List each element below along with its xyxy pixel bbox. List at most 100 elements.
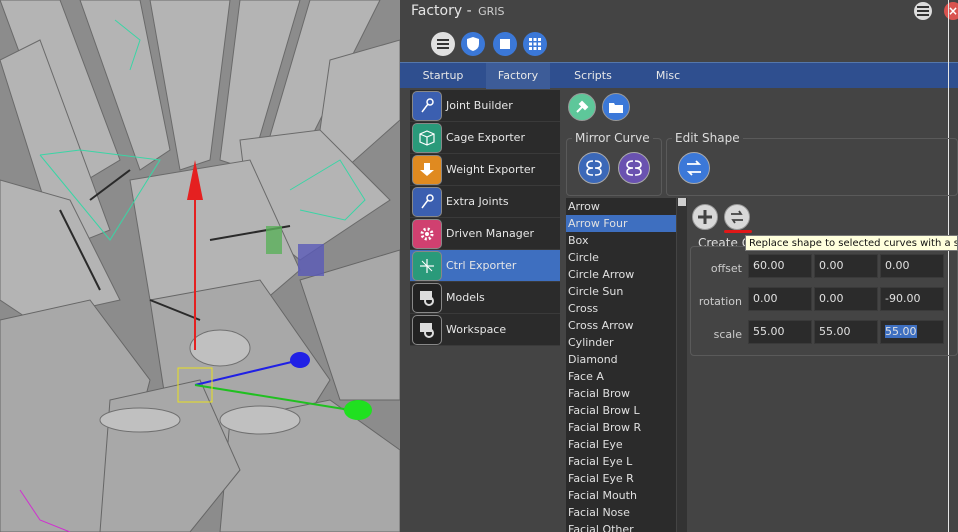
nav-item-weight-exporter[interactable]: Weight Exporter (410, 154, 560, 186)
nav-label: Driven Manager (446, 227, 535, 240)
hammer-icon (576, 100, 589, 113)
tooltip: Replace shape to selected curves with a … (745, 235, 958, 251)
nav-label: Weight Exporter (446, 163, 536, 176)
shape-list-item[interactable]: Cross Arrow (566, 317, 676, 334)
shape-list-item[interactable]: Facial Eye R (566, 470, 676, 487)
crosshair-icon (412, 250, 442, 281)
tab-scripts[interactable]: Scripts (550, 63, 636, 89)
scale-x-field[interactable]: 55.00 (748, 320, 812, 344)
tab-factory[interactable]: Factory (486, 63, 550, 89)
shape-list-item[interactable]: Arrow (566, 198, 676, 215)
download-icon (412, 154, 442, 185)
offset-y-field[interactable]: 0.00 (814, 254, 878, 278)
shape-list-item[interactable]: Facial Brow R (566, 419, 676, 436)
edit-shape-title: Edit Shape (672, 131, 743, 145)
scale-y-field[interactable]: 55.00 (814, 320, 878, 344)
script-icon (412, 282, 442, 313)
joint-icon (412, 186, 442, 217)
shape-list-item[interactable]: Box (566, 232, 676, 249)
replace-shape-button[interactable] (724, 204, 750, 230)
list-icon-button[interactable] (431, 32, 455, 56)
shape-list-item[interactable]: Circle Arrow (566, 266, 676, 283)
close-icon: × (947, 4, 958, 18)
shape-list-item[interactable]: Circle (566, 249, 676, 266)
window-subtitle: GRIS (478, 5, 505, 18)
nav-label: Joint Builder (446, 99, 513, 112)
shape-list-item[interactable]: Cylinder (566, 334, 676, 351)
mirror-right-button[interactable] (618, 152, 650, 184)
mirror-left-button[interactable] (578, 152, 610, 184)
close-button[interactable]: × (944, 2, 958, 20)
nav-label: Extra Joints (446, 195, 509, 208)
script-icon (412, 314, 442, 345)
edit-shape-button[interactable] (678, 152, 710, 184)
gear-icon (412, 218, 442, 249)
add-shape-button[interactable] (692, 204, 718, 230)
square-icon (500, 39, 510, 49)
shape-list-item[interactable]: Facial Eye L (566, 453, 676, 470)
shape-list[interactable]: Arrow Arrow Four Box Circle Circle Arrow Circ… (566, 198, 676, 532)
cube-icon (412, 122, 442, 153)
nav-item-extra-joints[interactable]: Extra Joints (410, 186, 560, 218)
grid-icon-button[interactable] (523, 32, 547, 56)
offset-z-field[interactable]: 0.00 (880, 254, 944, 278)
grid-icon (529, 38, 541, 50)
square-icon-button[interactable] (493, 32, 517, 56)
rotation-z-field[interactable]: -90.00 (880, 287, 944, 311)
nav-label: Ctrl Exporter (446, 259, 517, 272)
nav-item-ctrl-exporter[interactable]: Ctrl Exporter (410, 250, 560, 282)
nav-item-models[interactable]: Models (410, 282, 560, 314)
window-title: Factory - GRIS (411, 3, 505, 19)
window-title-text: Factory (411, 3, 463, 19)
nav-label: Models (446, 291, 485, 304)
shape-list-item[interactable]: Face A (566, 368, 676, 385)
shape-list-item[interactable]: Facial Nose (566, 504, 676, 521)
shape-list-scrollbar[interactable] (677, 198, 687, 532)
scale-z-field[interactable]: 55.00 (880, 320, 944, 344)
scrollbar-thumb[interactable] (678, 198, 686, 206)
shape-list-item[interactable]: Facial Mouth (566, 487, 676, 504)
scale-z-selected-text: 55.00 (885, 325, 917, 338)
nav-item-driven-manager[interactable]: Driven Manager (410, 218, 560, 250)
shield-icon (467, 37, 479, 51)
mirror-icon (626, 160, 642, 176)
nav-item-cage-exporter[interactable]: Cage Exporter (410, 122, 560, 154)
rotation-y-field[interactable]: 0.00 (814, 287, 878, 311)
shape-list-item[interactable]: Facial Brow (566, 385, 676, 402)
folder-button[interactable] (602, 93, 630, 121)
replace-shape-icon (686, 160, 702, 176)
joint-icon (412, 90, 442, 121)
nav-label: Cage Exporter (446, 131, 525, 144)
shape-list-item[interactable]: Facial Other (566, 521, 676, 532)
rotation-x-field[interactable]: 0.00 (748, 287, 812, 311)
nav-item-workspace[interactable]: Workspace (410, 314, 560, 346)
tab-startup[interactable]: Startup (400, 63, 486, 89)
rotation-label: rotation (698, 295, 742, 308)
mirror-curve-title: Mirror Curve (572, 131, 653, 145)
shape-list-item[interactable]: Cross (566, 300, 676, 317)
nav-label: Workspace (446, 323, 507, 336)
shape-list-item[interactable]: Facial Brow L (566, 402, 676, 419)
shape-list-item[interactable]: Circle Sun (566, 283, 676, 300)
tool-nav: Joint Builder Cage Exporter Weight Expor… (410, 90, 560, 346)
pick-tool-button[interactable] (568, 93, 596, 121)
ctrl-exporter-content: Mirror Curve Edit Shape Arrow Arrow Four B… (564, 90, 958, 532)
shield-icon-button[interactable] (461, 32, 485, 56)
mirror-icon (586, 160, 602, 176)
menu-button[interactable] (914, 2, 932, 20)
list-icon (437, 39, 449, 49)
offset-x-field[interactable]: 60.00 (748, 254, 812, 278)
nav-item-joint-builder[interactable]: Joint Builder (410, 90, 560, 122)
scale-label: scale (713, 328, 742, 341)
shape-list-item[interactable]: Facial Eye (566, 436, 676, 453)
shape-list-item[interactable]: Arrow Four (566, 215, 676, 232)
folder-icon (609, 103, 623, 113)
tab-bar: Startup Factory Scripts Misc (400, 62, 958, 89)
shape-list-item[interactable]: Diamond (566, 351, 676, 368)
offset-label: offset (710, 262, 742, 275)
tab-misc[interactable]: Misc (636, 63, 700, 89)
title-bar: Factory - GRIS × (400, 0, 958, 26)
3d-viewport[interactable] (0, 0, 400, 532)
viewport-scene (0, 0, 400, 532)
red-underline-annotation (724, 230, 752, 233)
